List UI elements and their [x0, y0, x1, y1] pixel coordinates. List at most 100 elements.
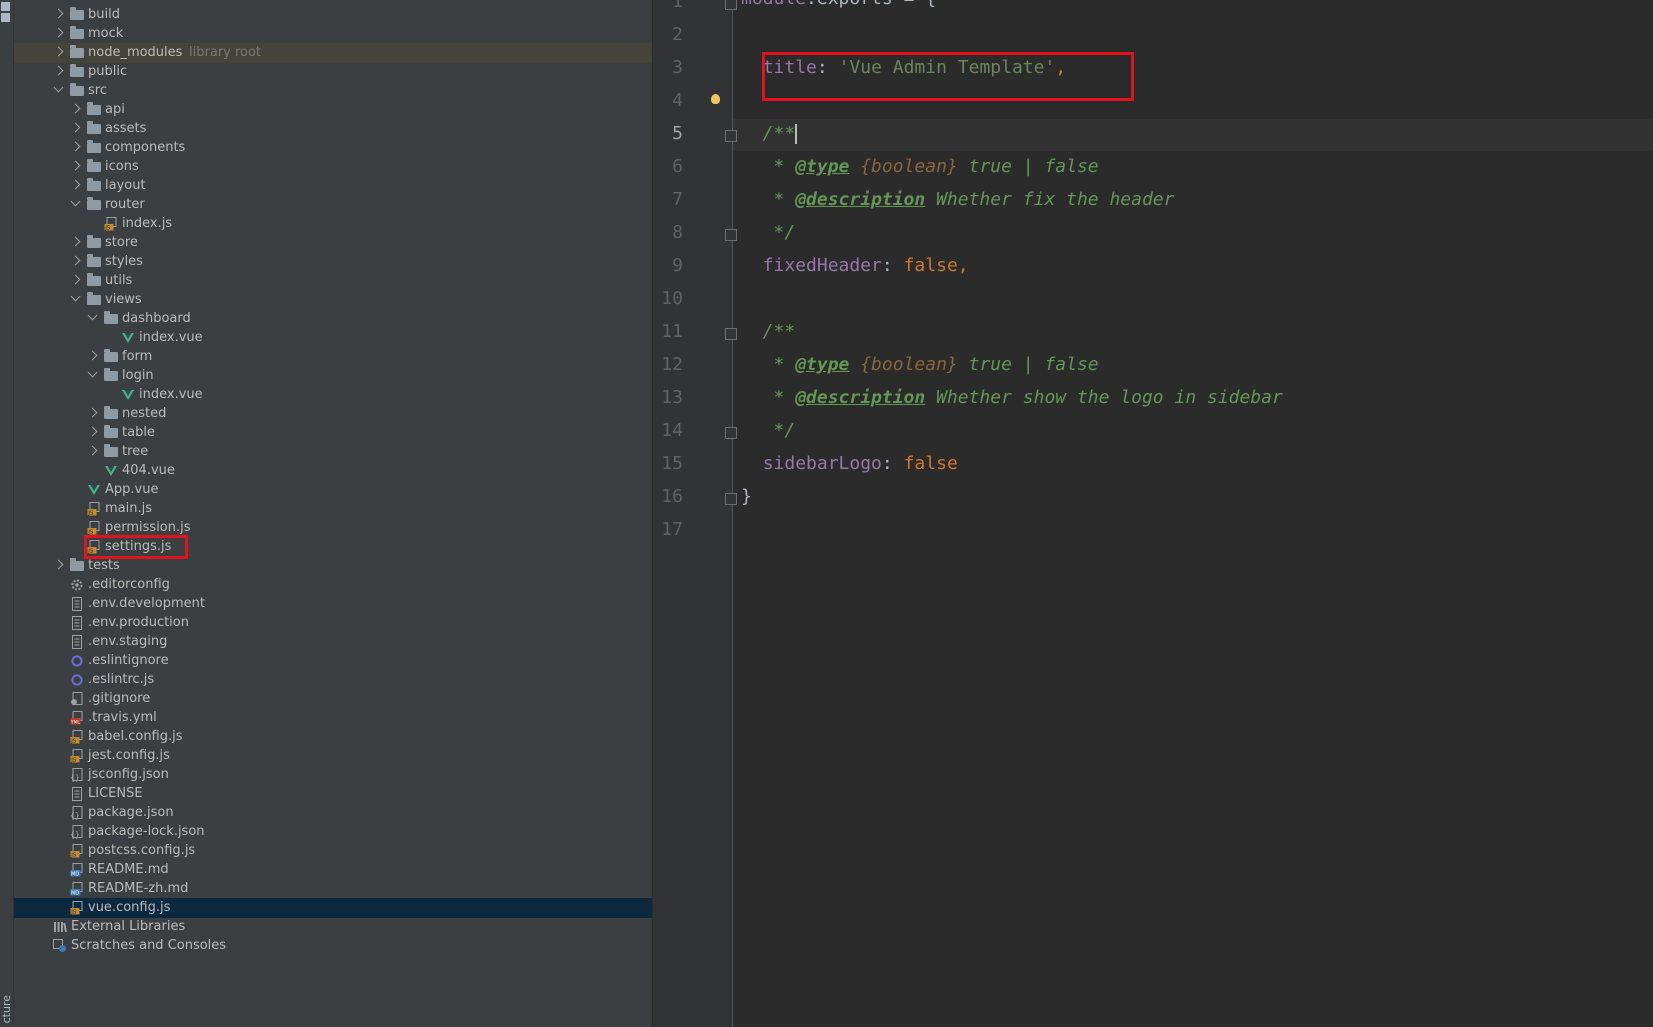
tree-item[interactable]: MD README-zh.md	[14, 879, 652, 899]
tree-item[interactable]: index.vue	[14, 385, 652, 405]
tree-item[interactable]: .eslintignore	[14, 651, 652, 671]
tree-item[interactable]: YML .travis.yml	[14, 708, 652, 728]
tree-item[interactable]: .gitignore	[14, 689, 652, 709]
chevron-down-icon[interactable]	[70, 291, 81, 302]
tree-item[interactable]: assets	[14, 119, 652, 139]
tree-item[interactable]: store	[14, 233, 652, 253]
tree-item[interactable]: MD README.md	[14, 860, 652, 880]
tree-item[interactable]: JS main.js	[14, 499, 652, 519]
code-line[interactable]: /**	[741, 123, 798, 145]
fold-start-icon[interactable]	[725, 130, 737, 142]
tree-item[interactable]: JS postcss.config.js	[14, 841, 652, 861]
project-tree[interactable]: build mock node_modules library root public s…	[14, 0, 652, 1027]
chevron-right-icon[interactable]	[53, 559, 64, 570]
tree-item[interactable]: icons	[14, 157, 652, 177]
tree-item[interactable]: .env.development	[14, 594, 652, 614]
tree-item[interactable]: Scratches and Consoles	[14, 936, 652, 956]
chevron-right-icon[interactable]	[70, 103, 81, 114]
project-tool-icon-2[interactable]	[1, 13, 10, 22]
markdown-file-icon: MD	[70, 882, 84, 897]
chevron-right-icon[interactable]	[87, 426, 98, 437]
tree-item[interactable]: mock	[14, 24, 652, 44]
tree-item[interactable]: views	[14, 290, 652, 310]
code-line[interactable]: /**	[741, 321, 796, 343]
tree-item[interactable]: LICENSE	[14, 784, 652, 804]
tree-item[interactable]: App.vue	[14, 480, 652, 500]
tree-item[interactable]: layout	[14, 176, 652, 196]
chevron-right-icon[interactable]	[53, 8, 64, 19]
tree-item[interactable]: tests	[14, 556, 652, 576]
chevron-right-icon[interactable]	[70, 179, 81, 190]
tree-item[interactable]: table	[14, 423, 652, 443]
chevron-right-icon[interactable]	[53, 65, 64, 76]
tree-item[interactable]: public	[14, 62, 652, 82]
chevron-right-icon[interactable]	[53, 46, 64, 57]
lightbulb-icon[interactable]	[711, 94, 720, 104]
structure-tool-label[interactable]: cture	[0, 995, 13, 1023]
tree-item[interactable]: router	[14, 195, 652, 215]
tree-item[interactable]: 404.vue	[14, 461, 652, 481]
code-token: *	[741, 354, 796, 375]
tree-item[interactable]: {} package.json	[14, 803, 652, 823]
chevron-down-icon[interactable]	[87, 310, 98, 321]
code-line[interactable]: fixedHeader: false,	[741, 255, 969, 277]
chevron-down-icon[interactable]	[87, 367, 98, 378]
tree-item[interactable]: JS vue.config.js	[14, 898, 652, 918]
code-editor[interactable]: 1234567891011121314151617 module.exports…	[653, 0, 1653, 1027]
vue-file-icon	[121, 331, 135, 345]
tree-item[interactable]: {} jsconfig.json	[14, 765, 652, 785]
chevron-right-icon[interactable]	[87, 350, 98, 361]
code-line[interactable]: */	[741, 420, 796, 442]
chevron-right-icon[interactable]	[87, 407, 98, 418]
code-line[interactable]: * @type {boolean} true | false	[741, 156, 1099, 178]
code-line[interactable]: * @description Whether show the logo in …	[741, 387, 1283, 409]
project-tool-icon[interactable]	[1, 2, 10, 11]
chevron-right-icon[interactable]	[70, 255, 81, 266]
tree-item-label: jest.config.js	[88, 748, 170, 763]
code-line[interactable]: }	[741, 486, 752, 508]
code-line[interactable]: module.exports = {	[741, 0, 936, 10]
chevron-right-icon[interactable]	[70, 141, 81, 152]
chevron-right-icon[interactable]	[87, 445, 98, 456]
tree-item[interactable]: .eslintrc.js	[14, 670, 652, 690]
tree-item[interactable]: build	[14, 5, 652, 25]
tree-item[interactable]: {} package-lock.json	[14, 822, 652, 842]
fold-end-icon[interactable]	[725, 427, 737, 439]
tree-item[interactable]: JS babel.config.js	[14, 727, 652, 747]
tree-item[interactable]: node_modules library root	[14, 43, 652, 63]
code-line[interactable]: */	[741, 222, 796, 244]
tree-item[interactable]: dashboard	[14, 309, 652, 329]
tree-item[interactable]: components	[14, 138, 652, 158]
chevron-down-icon[interactable]	[70, 196, 81, 207]
tree-item[interactable]: utils	[14, 271, 652, 291]
code-line[interactable]: * @description Whether fix the header	[741, 189, 1175, 211]
chevron-right-icon[interactable]	[70, 122, 81, 133]
tree-item[interactable]: JS settings.js	[14, 535, 652, 559]
line-number: 8	[672, 222, 683, 243]
tree-item[interactable]: api	[14, 100, 652, 120]
fold-start-icon[interactable]	[725, 328, 737, 340]
tree-item[interactable]: index.vue	[14, 328, 652, 348]
tree-item[interactable]: .env.production	[14, 613, 652, 633]
tree-item[interactable]: External Libraries	[14, 917, 652, 937]
fold-start-icon[interactable]	[725, 0, 737, 10]
tree-item[interactable]: src	[14, 81, 652, 101]
chevron-down-icon[interactable]	[53, 82, 64, 93]
tree-item[interactable]: form	[14, 347, 652, 367]
code-line[interactable]: sidebarLogo: false	[741, 453, 958, 475]
chevron-right-icon[interactable]	[70, 160, 81, 171]
tree-item[interactable]: .editorconfig	[14, 575, 652, 595]
tree-item[interactable]: JS jest.config.js	[14, 746, 652, 766]
tree-item[interactable]: styles	[14, 252, 652, 272]
fold-end-icon[interactable]	[725, 229, 737, 241]
tree-item[interactable]: .env.staging	[14, 632, 652, 652]
chevron-right-icon[interactable]	[53, 27, 64, 38]
chevron-right-icon[interactable]	[70, 236, 81, 247]
code-line[interactable]: * @type {boolean} true | false	[741, 354, 1099, 376]
tree-item[interactable]: login	[14, 366, 652, 386]
tree-item[interactable]: JS index.js	[14, 214, 652, 234]
tree-item[interactable]: tree	[14, 442, 652, 462]
fold-end-icon[interactable]	[725, 493, 737, 505]
tree-item[interactable]: nested	[14, 404, 652, 424]
chevron-right-icon[interactable]	[70, 274, 81, 285]
